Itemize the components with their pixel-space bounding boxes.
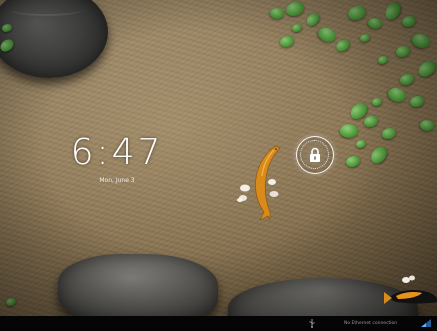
lock-icon	[310, 147, 320, 162]
clock-date: Mon, June 3	[99, 177, 135, 184]
koi-fish-image	[237, 145, 281, 221]
lockscreen-clock: 6:47 Mon, June 3	[62, 132, 172, 185]
clock-time: 6:47	[70, 132, 164, 173]
status-notification-text: No Ethernet connection	[344, 321, 398, 326]
pebble	[237, 198, 243, 202]
koi-fish-corner-image	[384, 275, 437, 304]
ethernet-signal-icon	[421, 319, 431, 327]
unlock-handle[interactable]	[296, 136, 334, 174]
pebble	[268, 179, 276, 185]
lockscreen: 6:47 Mon, June 3 No Ethernet connection	[0, 0, 437, 331]
usb-icon	[309, 319, 315, 328]
pebble	[269, 191, 279, 197]
pebble	[240, 184, 250, 192]
